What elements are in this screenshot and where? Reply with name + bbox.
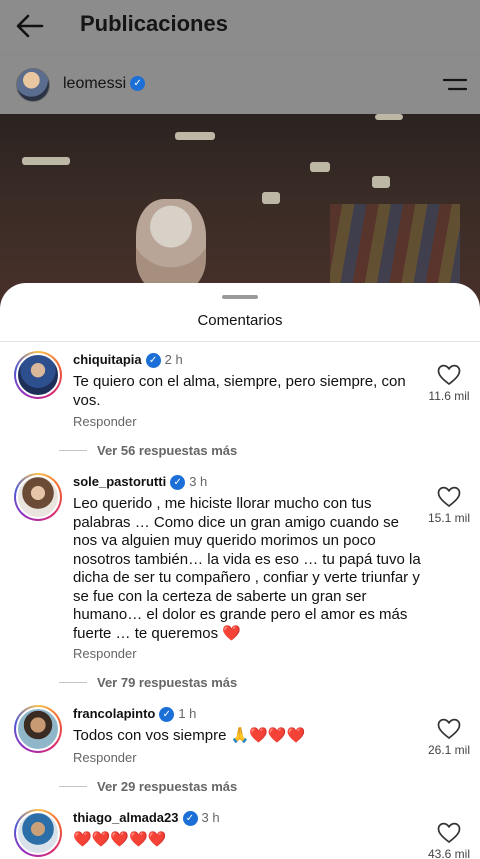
heart-icon[interactable] [437, 486, 461, 508]
comment-text: ❤️❤️❤️❤️❤️ [73, 831, 167, 848]
comment-text: Te quiero con el alma, siempre, pero sie… [73, 373, 406, 409]
comment-time: 3 h [201, 810, 220, 825]
comment-time: 2 h [164, 352, 183, 367]
page-title: Publicaciones [80, 11, 228, 36]
commenter-username-row[interactable]: thiago_almada23 ✓ 3 h [73, 810, 220, 827]
comment-text: Leo querido , me hiciste llorar mucho co… [73, 495, 421, 642]
commenter-username-row[interactable]: francolapinto ✓ 1 h [73, 706, 197, 723]
commenter-avatar[interactable] [14, 473, 62, 521]
verified-badge-icon: ✓ [159, 707, 175, 723]
comment-text: Todos con vos siempre 🙏❤️❤️❤️ [73, 727, 306, 744]
like-count: 26.1 mil [427, 743, 471, 757]
commenter-avatar[interactable] [14, 705, 62, 753]
more-options-icon[interactable] [443, 75, 467, 95]
view-more-replies-label: Ver 79 respuestas más [97, 675, 238, 690]
reply-button[interactable]: Responder [73, 414, 137, 429]
verified-badge-icon: ✓ [170, 475, 186, 491]
back-arrow-icon[interactable] [14, 12, 46, 40]
reply-button[interactable]: Responder [73, 646, 137, 661]
author-username: leomessi [63, 75, 127, 92]
comments-sheet: Comentarios chiquitapia ✓ 2 h Te quiero co… [0, 283, 480, 859]
view-more-replies-label: Ver 29 respuestas más [97, 779, 238, 794]
commenter-username: francolapinto [73, 706, 156, 721]
like-count: 43.6 mil [427, 847, 471, 859]
post-author-bar: leomessi ✓ [0, 56, 480, 114]
verified-badge-icon: ✓ [182, 811, 198, 827]
reply-button[interactable]: Responder [73, 750, 137, 765]
commenter-username: sole_pastorutti [73, 474, 167, 489]
like-count: 15.1 mil [427, 511, 471, 525]
commenter-avatar[interactable] [14, 809, 62, 857]
author-username-row[interactable]: leomessi ✓ [63, 75, 146, 93]
verified-badge-icon: ✓ [145, 353, 161, 369]
sheet-drag-handle[interactable] [222, 295, 258, 299]
comment-time: 3 h [189, 474, 208, 489]
heart-icon[interactable] [437, 364, 461, 386]
view-more-replies[interactable]: Ver 56 respuestas más [59, 443, 237, 458]
like-count: 11.6 mil [428, 389, 470, 403]
view-more-replies[interactable]: Ver 29 respuestas más [59, 779, 237, 794]
commenter-username-row[interactable]: chiquitapia ✓ 2 h [73, 352, 183, 369]
commenter-username: thiago_almada23 [73, 810, 179, 825]
view-more-replies[interactable]: Ver 79 respuestas más [59, 675, 237, 690]
sheet-title: Comentarios [197, 312, 283, 329]
verified-badge-icon: ✓ [130, 76, 146, 92]
commenter-avatar[interactable] [14, 351, 62, 399]
author-avatar[interactable] [16, 68, 50, 102]
top-bar: Publicaciones [0, 0, 480, 52]
commenter-username-row[interactable]: sole_pastorutti ✓ 3 h [73, 474, 208, 491]
divider [0, 341, 480, 342]
heart-icon[interactable] [437, 822, 461, 844]
view-more-replies-label: Ver 56 respuestas más [97, 443, 238, 458]
commenter-username: chiquitapia [73, 352, 142, 367]
comment-time: 1 h [178, 706, 197, 721]
heart-icon[interactable] [437, 718, 461, 740]
